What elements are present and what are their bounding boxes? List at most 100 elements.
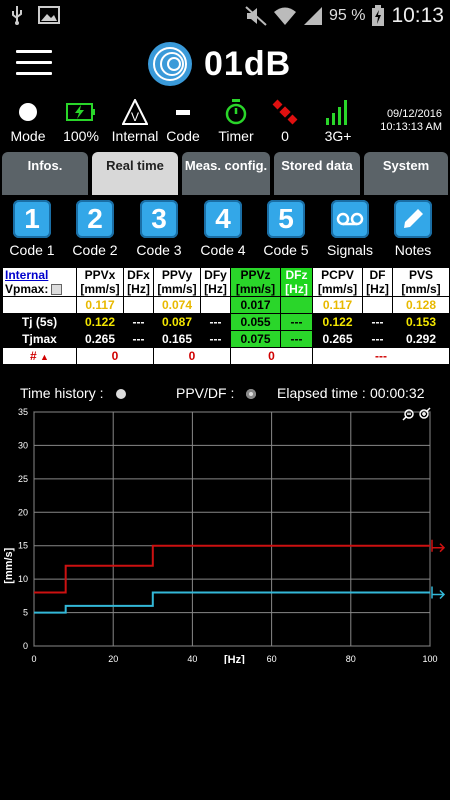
cell: [280, 296, 313, 314]
v-icon: V: [122, 99, 148, 125]
chart-controls: Time history : PPV/DF : Elapsed time : 0…: [0, 383, 450, 405]
chart-grid: [33, 411, 431, 647]
notes-button[interactable]: Notes: [381, 200, 445, 258]
ppv-df-label: PPV/DF :: [176, 385, 235, 401]
status-internal[interactable]: V Internal: [108, 98, 162, 144]
cell: ---: [123, 313, 154, 331]
status-mode-label: Mode: [10, 128, 46, 144]
status-mode[interactable]: Mode: [8, 98, 48, 144]
status-network[interactable]: 3G+: [320, 98, 356, 144]
code-5-button[interactable]: 5 Code 5: [254, 200, 318, 258]
y-tick-label: 0: [23, 641, 28, 651]
elapsed-value: 00:00:32: [370, 385, 425, 401]
ppv-df-chart[interactable]: 0 20 40 60 80 100 0 5 10 15 20 25 30 35 [Hz] [mm/s]: [0, 404, 450, 664]
cell: ---: [200, 330, 231, 348]
app-logo: 01dB: [146, 40, 291, 88]
status-battery-label: 100%: [63, 128, 99, 144]
status-bar: 95 % 10:13: [0, 0, 450, 32]
tab-real-time[interactable]: Real time: [92, 152, 178, 195]
count-label: # ▲: [2, 347, 77, 365]
col-pcpv-name: PCPV: [321, 268, 354, 283]
tab-system[interactable]: System: [364, 152, 448, 195]
signals-button[interactable]: Signals: [318, 200, 382, 258]
battery-icon: [66, 103, 95, 121]
cell: 0.122: [76, 313, 124, 331]
col-dfx-unit: [Hz]: [127, 282, 150, 296]
col-dfy-name: DFy: [204, 268, 227, 283]
col-pvs-unit: [mm/s]: [401, 282, 441, 296]
status-code[interactable]: Code: [164, 98, 202, 144]
tab-bar: Infos. Real time Meas. config. Stored da…: [2, 152, 448, 195]
cell: 0.075: [230, 330, 281, 348]
col-ppvy-unit: [mm/s]: [157, 282, 197, 296]
cell: 0.128: [392, 296, 450, 314]
col-dfz: DFz [Hz]: [280, 267, 313, 297]
col-pvs: PVS [mm/s]: [392, 267, 450, 297]
col-ppvz-name: PPVz: [240, 268, 271, 283]
x-tick-label: 80: [346, 654, 356, 664]
status-timer[interactable]: Timer: [214, 98, 258, 144]
code-3-button[interactable]: 3 Code 3: [127, 200, 191, 258]
tab-stored-data[interactable]: Stored data: [274, 152, 360, 195]
notes-pencil-icon: [394, 200, 432, 238]
clock: 10:13: [391, 4, 444, 27]
time-history-radio[interactable]: [116, 389, 126, 399]
table-row: Tjmax 0.265 --- 0.165 --- 0.075 --- 0.26…: [2, 330, 450, 348]
code-4-label: Code 4: [200, 242, 246, 258]
cell: [362, 296, 393, 314]
tab-infos[interactable]: Infos.: [2, 152, 88, 195]
signal-icon: [303, 7, 322, 25]
elapsed-label: Elapsed time :: [277, 385, 366, 401]
cell: ---: [280, 330, 313, 348]
time-text: 10:13:13 AM: [380, 121, 442, 133]
count-cell: 0: [76, 347, 154, 365]
code-1-label: Code 1: [9, 242, 55, 258]
vpmax-checkbox[interactable]: [51, 284, 63, 296]
col-df-name: DF: [369, 268, 386, 283]
status-internal-label: Internal: [111, 128, 159, 144]
battery-percent: 95 %: [328, 7, 366, 24]
col-ppvz: PPVz [mm/s]: [230, 267, 281, 297]
col-dfz-name: DFz: [285, 268, 308, 283]
time-history-label: Time history :: [20, 385, 104, 401]
ppv-df-radio[interactable]: [246, 389, 256, 399]
logo-text: 01dB: [204, 44, 292, 83]
status-gps[interactable]: 0: [270, 98, 300, 144]
up-arrow-icon: ▲: [40, 352, 49, 362]
notes-label: Notes: [394, 242, 432, 258]
col-dfy: DFy [Hz]: [200, 267, 231, 297]
code-2-icon: 2: [76, 200, 114, 238]
col-pcpv: PCPV [mm/s]: [312, 267, 363, 297]
count-cell: ---: [312, 347, 450, 365]
code-4-button[interactable]: 4 Code 4: [191, 200, 255, 258]
status-timer-label: Timer: [218, 128, 254, 144]
series-end-marker: [431, 586, 446, 600]
x-tick-label: 60: [267, 654, 277, 664]
status-battery[interactable]: 100%: [60, 98, 102, 144]
cell: ---: [280, 313, 313, 331]
cell: 0.153: [392, 313, 450, 331]
code-2-button[interactable]: 2 Code 2: [63, 200, 127, 258]
code-2-label: Code 2: [72, 242, 118, 258]
cell: 0.117: [312, 296, 363, 314]
col-ppvx: PPVx [mm/s]: [76, 267, 124, 297]
col-ppvx-name: PPVx: [84, 268, 116, 283]
device-status-row: Mode 100% V Internal Code Timer 0 3G+ 09…: [0, 98, 450, 150]
col-dfx-name: DFx: [127, 268, 150, 283]
cell: 0.265: [312, 330, 363, 348]
timer-icon: [225, 99, 247, 125]
table-header: Internal Vpmax: PPVx [mm/s] DFx [Hz] PPVy[…: [2, 267, 450, 297]
tab-meas-config[interactable]: Meas. config.: [182, 152, 270, 195]
code-1-button[interactable]: 1 Code 1: [0, 200, 64, 258]
cell: 0.087: [153, 313, 201, 331]
x-tick-label: 40: [187, 654, 197, 664]
cell: 0.117: [76, 296, 124, 314]
code-dash-icon: [176, 110, 190, 115]
internal-link[interactable]: Internal: [5, 269, 74, 283]
y-tick-label: 30: [18, 440, 28, 450]
code-1-icon: 1: [13, 200, 51, 238]
cell: ---: [362, 330, 393, 348]
col-pvs-name: PVS: [408, 268, 433, 283]
code-5-label: Code 5: [263, 242, 309, 258]
menu-icon[interactable]: [16, 50, 52, 76]
